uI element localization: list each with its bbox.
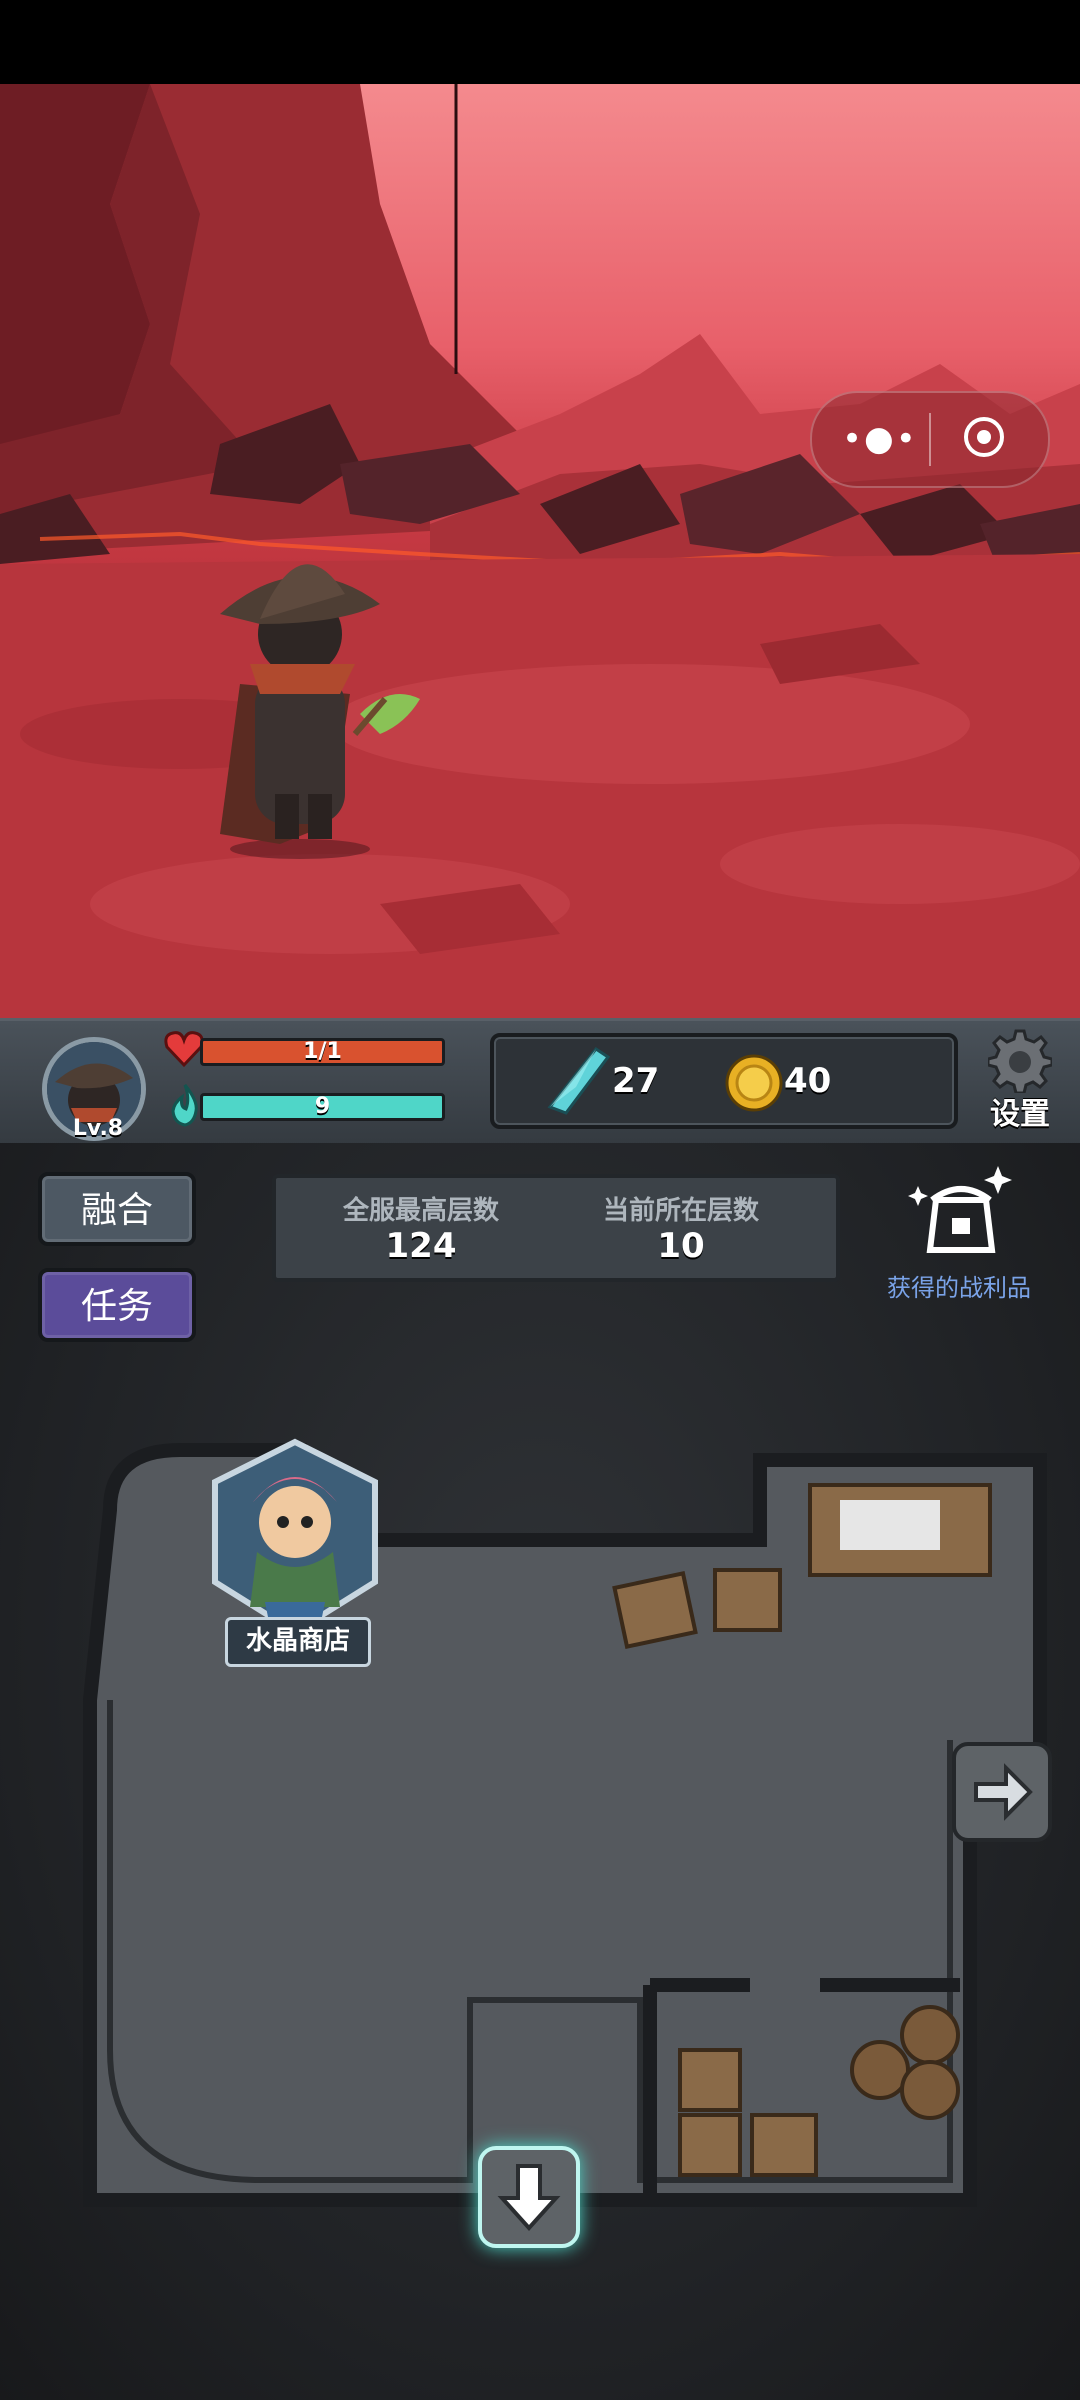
scene-background	[0, 84, 1080, 1018]
loot-button[interactable]: 获得的战利品	[876, 1160, 1042, 1310]
arrow-right-icon	[974, 1763, 1033, 1821]
battle-scene: •●•	[0, 84, 1080, 1018]
flame-icon	[166, 1083, 204, 1127]
arrow-down-icon	[497, 2164, 561, 2231]
next-room-button[interactable]	[952, 1742, 1052, 1842]
descend-button[interactable]	[478, 2146, 580, 2248]
task-button[interactable]: 任务	[38, 1268, 196, 1342]
hero-character	[220, 564, 420, 859]
floor-info-panel: 全服最高层数 124 当前所在层数 10	[272, 1174, 840, 1282]
current-floor-label: 当前所在层数	[602, 1196, 759, 1226]
server-best-value: 124	[385, 1226, 457, 1266]
settings-label: 设置	[990, 1097, 1050, 1132]
level-label: Lv.8	[72, 1116, 124, 1141]
mana-bar: 9	[200, 1093, 445, 1121]
status-bar	[0, 0, 1080, 84]
crystal-shop-npc[interactable]: 水晶商店	[175, 1432, 415, 1749]
capsule-divider	[929, 413, 931, 466]
mana-text: 9	[314, 1094, 331, 1119]
loot-label: 获得的战利品	[887, 1274, 1031, 1302]
treasure-chest-icon	[908, 1166, 1012, 1253]
shop-npc-portrait	[212, 1438, 378, 1749]
crystal-count: 27	[612, 1061, 660, 1101]
more-dots-icon[interactable]: •●•	[842, 421, 916, 457]
coin-count: 40	[784, 1061, 832, 1101]
hp-bar: 1/1	[200, 1038, 445, 1066]
miniprogram-capsule: •●•	[810, 391, 1050, 488]
hp-text: 1/1	[303, 1039, 342, 1064]
shop-label: 水晶商店	[225, 1617, 371, 1667]
currency-panel: 27 40	[490, 1033, 958, 1129]
target-circle-icon[interactable]	[964, 417, 1004, 457]
gear-icon	[988, 1029, 1052, 1093]
coin-icon	[725, 1054, 783, 1112]
dungeon-map	[82, 1443, 1047, 2207]
crystal-icon	[547, 1047, 611, 1115]
settings-button[interactable]: 设置	[972, 1029, 1068, 1141]
current-floor-value: 10	[657, 1226, 705, 1266]
player-hud: Lv.8 1/1 9 27 40 设置	[0, 1018, 1080, 1149]
fuse-button[interactable]: 融合	[38, 1172, 196, 1246]
heart-icon	[163, 1029, 205, 1069]
server-best-label: 全服最高层数	[342, 1196, 499, 1226]
